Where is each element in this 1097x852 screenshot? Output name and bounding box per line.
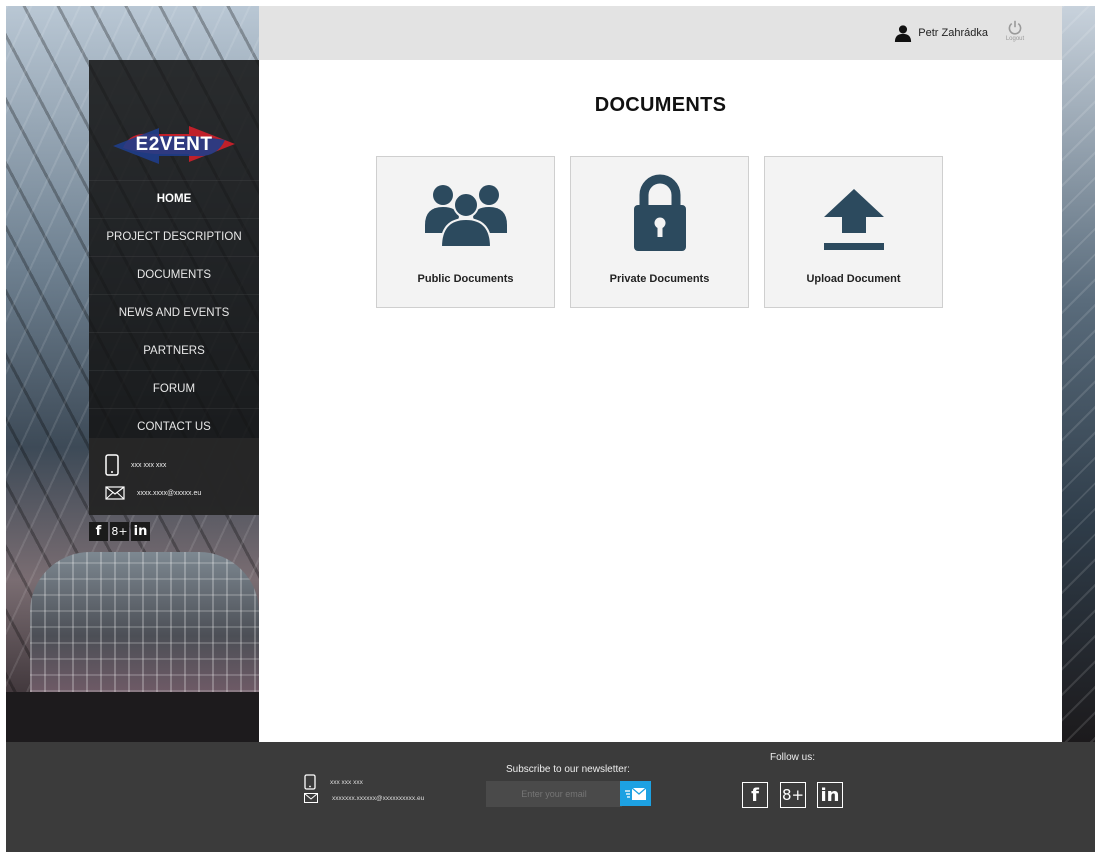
user-name: Petr Zahrádka <box>918 27 988 39</box>
footer-contact: xxx xxx xxx xxxxxxx.xxxxxx@xxxxxxxxxx.eu <box>304 774 424 806</box>
phone-icon <box>105 454 119 476</box>
user-icon <box>895 25 912 42</box>
envelope-icon <box>105 486 125 500</box>
footer-phone: xxx xxx xxx <box>330 778 363 786</box>
footer-email: xxxxxxx.xxxxxx@xxxxxxxxxx.eu <box>332 794 425 802</box>
facebook-icon[interactable]: f <box>89 522 108 541</box>
upload-document-card[interactable]: Upload Document <box>764 156 943 308</box>
private-documents-label: Private Documents <box>609 273 710 285</box>
main-content: DOCUMENTS Public Documents Private Docum… <box>259 60 1062 742</box>
footer-phone-row: xxx xxx xxx <box>304 774 424 790</box>
upload-icon <box>823 189 884 250</box>
top-bar: Petr Zahrádka Logout <box>259 6 1062 60</box>
power-icon <box>1008 20 1022 35</box>
sidebar-email: xxxx.xxxx@xxxxx.eu <box>137 489 202 497</box>
background-dark-strip <box>6 692 259 742</box>
background-glass-roof <box>30 552 259 692</box>
sidebar-phone-row: xxx xxx xxx <box>105 454 166 476</box>
follow-label: Follow us: <box>770 752 816 763</box>
footer-email-row: xxxxxxx.xxxxxx@xxxxxxxxxx.eu <box>304 790 424 806</box>
sidebar-contact: xxx xxx xxx xxxx.xxxx@xxxxx.eu <box>89 438 259 515</box>
newsletter-submit-button[interactable] <box>620 781 651 806</box>
nav-item-project-description[interactable]: PROJECT DESCRIPTION <box>89 218 259 256</box>
main-nav: HOME PROJECT DESCRIPTION DOCUMENTS NEWS … <box>89 180 259 446</box>
sidebar: E2VENT HOME PROJECT DESCRIPTION DOCUMENT… <box>89 60 259 515</box>
envelope-icon <box>304 793 318 803</box>
page-title: DOCUMENTS <box>594 94 727 116</box>
sidebar-social: f 8+ in <box>89 522 150 541</box>
nav-item-home[interactable]: HOME <box>89 180 259 218</box>
newsletter-email-input[interactable] <box>486 781 622 807</box>
user-menu[interactable]: Petr Zahrádka <box>894 24 988 42</box>
upload-document-label: Upload Document <box>806 273 901 285</box>
nav-item-news-and-events[interactable]: NEWS AND EVENTS <box>89 294 259 332</box>
nav-item-documents[interactable]: DOCUMENTS <box>89 256 259 294</box>
logout-label: Logout <box>1005 36 1025 42</box>
google-plus-icon[interactable]: 8+ <box>110 522 129 541</box>
phone-icon <box>304 774 316 790</box>
newsletter-label: Subscribe to our newsletter: <box>506 764 630 775</box>
google-plus-icon[interactable]: 8+ <box>780 782 806 808</box>
public-documents-label: Public Documents <box>417 273 514 285</box>
nav-item-forum[interactable]: FORUM <box>89 370 259 408</box>
linkedin-icon[interactable]: in <box>131 522 150 541</box>
public-documents-card[interactable]: Public Documents <box>376 156 555 308</box>
sidebar-email-row: xxxx.xxxx@xxxxx.eu <box>105 486 201 500</box>
send-mail-icon <box>624 787 646 800</box>
logout-button[interactable]: Logout <box>1002 20 1028 42</box>
facebook-icon[interactable]: f <box>742 782 768 808</box>
nav-item-partners[interactable]: PARTNERS <box>89 332 259 370</box>
private-documents-card[interactable]: Private Documents <box>570 156 749 308</box>
lock-icon <box>633 174 686 251</box>
logo-text: E2VENT <box>135 134 213 155</box>
background-building-photo-right <box>1062 6 1095 742</box>
footer: xxx xxx xxx xxxxxxx.xxxxxx@xxxxxxxxxx.eu… <box>6 742 1095 852</box>
sidebar-phone: xxx xxx xxx <box>131 461 167 469</box>
users-group-icon <box>424 185 507 248</box>
linkedin-icon[interactable]: in <box>817 782 843 808</box>
